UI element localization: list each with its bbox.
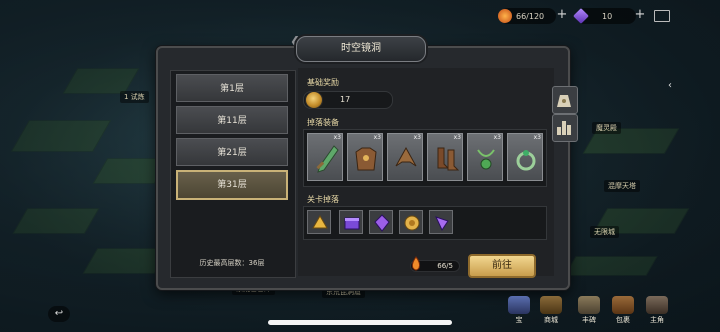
bar-chart-icon bbox=[557, 121, 571, 135]
treasure-icon bbox=[508, 296, 530, 314]
basic-reward-value: 17 bbox=[340, 95, 351, 104]
hero-icon bbox=[646, 296, 668, 314]
map-label-trial[interactable]: 1 试炼 bbox=[120, 91, 149, 103]
equip-slot-armor[interactable]: x3 bbox=[347, 133, 383, 181]
nav-label: 宝 bbox=[515, 316, 523, 324]
nav-shop[interactable]: 商城 bbox=[536, 296, 566, 325]
nav-monument[interactable]: 丰碑 bbox=[574, 296, 604, 325]
home-indicator[interactable] bbox=[268, 320, 452, 325]
equip-slot-boots[interactable]: x3 bbox=[427, 133, 463, 181]
bag-side-button[interactable] bbox=[552, 86, 578, 114]
mail-icon[interactable] bbox=[654, 10, 670, 22]
basic-reward-heading: 基础奖励 bbox=[307, 78, 339, 87]
nav-inventory[interactable]: 包裹 bbox=[608, 296, 638, 325]
stamina-counter: 66/120 bbox=[498, 8, 556, 24]
gold-coin-icon bbox=[404, 215, 420, 231]
amulet-icon bbox=[477, 149, 495, 170]
item-qty: x3 bbox=[493, 134, 501, 141]
nav-label: 包裹 bbox=[616, 316, 630, 324]
item-qty: x3 bbox=[453, 134, 461, 141]
equip-slot-sword[interactable]: x3 bbox=[307, 133, 343, 181]
purple-box-icon bbox=[344, 217, 360, 230]
stamina-value: 66/120 bbox=[516, 11, 545, 21]
add-stamina-button[interactable]: + bbox=[556, 8, 568, 21]
equip-slot-helmet[interactable]: x3 bbox=[387, 133, 423, 181]
back-icon[interactable]: ↩ bbox=[48, 306, 70, 322]
gem-counter: 10 bbox=[573, 8, 636, 24]
drop-slot-2[interactable] bbox=[339, 210, 363, 234]
ranking-side-button[interactable] bbox=[552, 114, 578, 142]
flame-icon bbox=[411, 256, 421, 271]
go-button[interactable]: 前往 bbox=[468, 254, 536, 278]
nav-label: 主角 bbox=[650, 316, 664, 324]
gold-helmet-icon bbox=[312, 215, 328, 229]
drop-slot-3[interactable] bbox=[369, 210, 393, 234]
nav-hero[interactable]: 主角 bbox=[642, 296, 672, 325]
equip-slot-ring[interactable]: x3 bbox=[507, 133, 543, 181]
purple-gem-icon bbox=[435, 216, 449, 232]
nav-label: 丰碑 bbox=[582, 316, 596, 324]
drop-slot-1[interactable] bbox=[307, 210, 331, 234]
equip-slot-amulet[interactable]: x3 bbox=[467, 133, 503, 181]
boots-icon bbox=[437, 147, 460, 171]
stage-drops-heading: 关卡掉落 bbox=[307, 195, 339, 204]
dialog-title: 时空镜洞 bbox=[296, 36, 426, 62]
layer-button-21[interactable]: 第21层 bbox=[176, 138, 288, 166]
armor-icon bbox=[355, 147, 377, 171]
map-label-demon-hall[interactable]: 魔灵殿 bbox=[592, 122, 621, 134]
flame-icon bbox=[498, 9, 512, 23]
coin-icon bbox=[305, 91, 323, 109]
drop-slot-5[interactable] bbox=[429, 210, 453, 234]
item-qty: x3 bbox=[373, 134, 381, 141]
item-qty: x3 bbox=[533, 134, 541, 141]
drop-equipment-heading: 掉落装备 bbox=[307, 118, 339, 127]
drop-slot-4[interactable] bbox=[399, 210, 423, 234]
backpack-icon bbox=[612, 296, 634, 314]
layer-button-31-selected[interactable]: 第31层 bbox=[176, 170, 288, 200]
item-qty: x3 bbox=[333, 134, 341, 141]
purple-crystal-icon bbox=[374, 214, 390, 232]
sword-icon bbox=[316, 145, 339, 173]
chevron-left-icon[interactable]: ‹ bbox=[668, 80, 672, 91]
ring-icon bbox=[516, 150, 536, 171]
layer-button-1[interactable]: 第1层 bbox=[176, 74, 288, 102]
map-label-infinite-city[interactable]: 无限城 bbox=[590, 226, 619, 238]
gem-value: 10 bbox=[602, 11, 613, 21]
shop-icon bbox=[540, 296, 562, 314]
history-best-label: 历史最高层数：36层 bbox=[199, 259, 265, 267]
monument-icon bbox=[578, 296, 600, 314]
helmet-icon bbox=[395, 146, 417, 167]
nav-treasure[interactable]: 宝 bbox=[504, 296, 534, 325]
add-gems-button[interactable]: + bbox=[634, 8, 646, 21]
money-bag-icon bbox=[557, 95, 571, 107]
layer-button-11[interactable]: 第11层 bbox=[176, 106, 288, 134]
nav-label: 商城 bbox=[544, 316, 558, 324]
map-label-sky-tower[interactable]: 混摩天塔 bbox=[604, 180, 640, 192]
item-qty: x3 bbox=[413, 134, 421, 141]
